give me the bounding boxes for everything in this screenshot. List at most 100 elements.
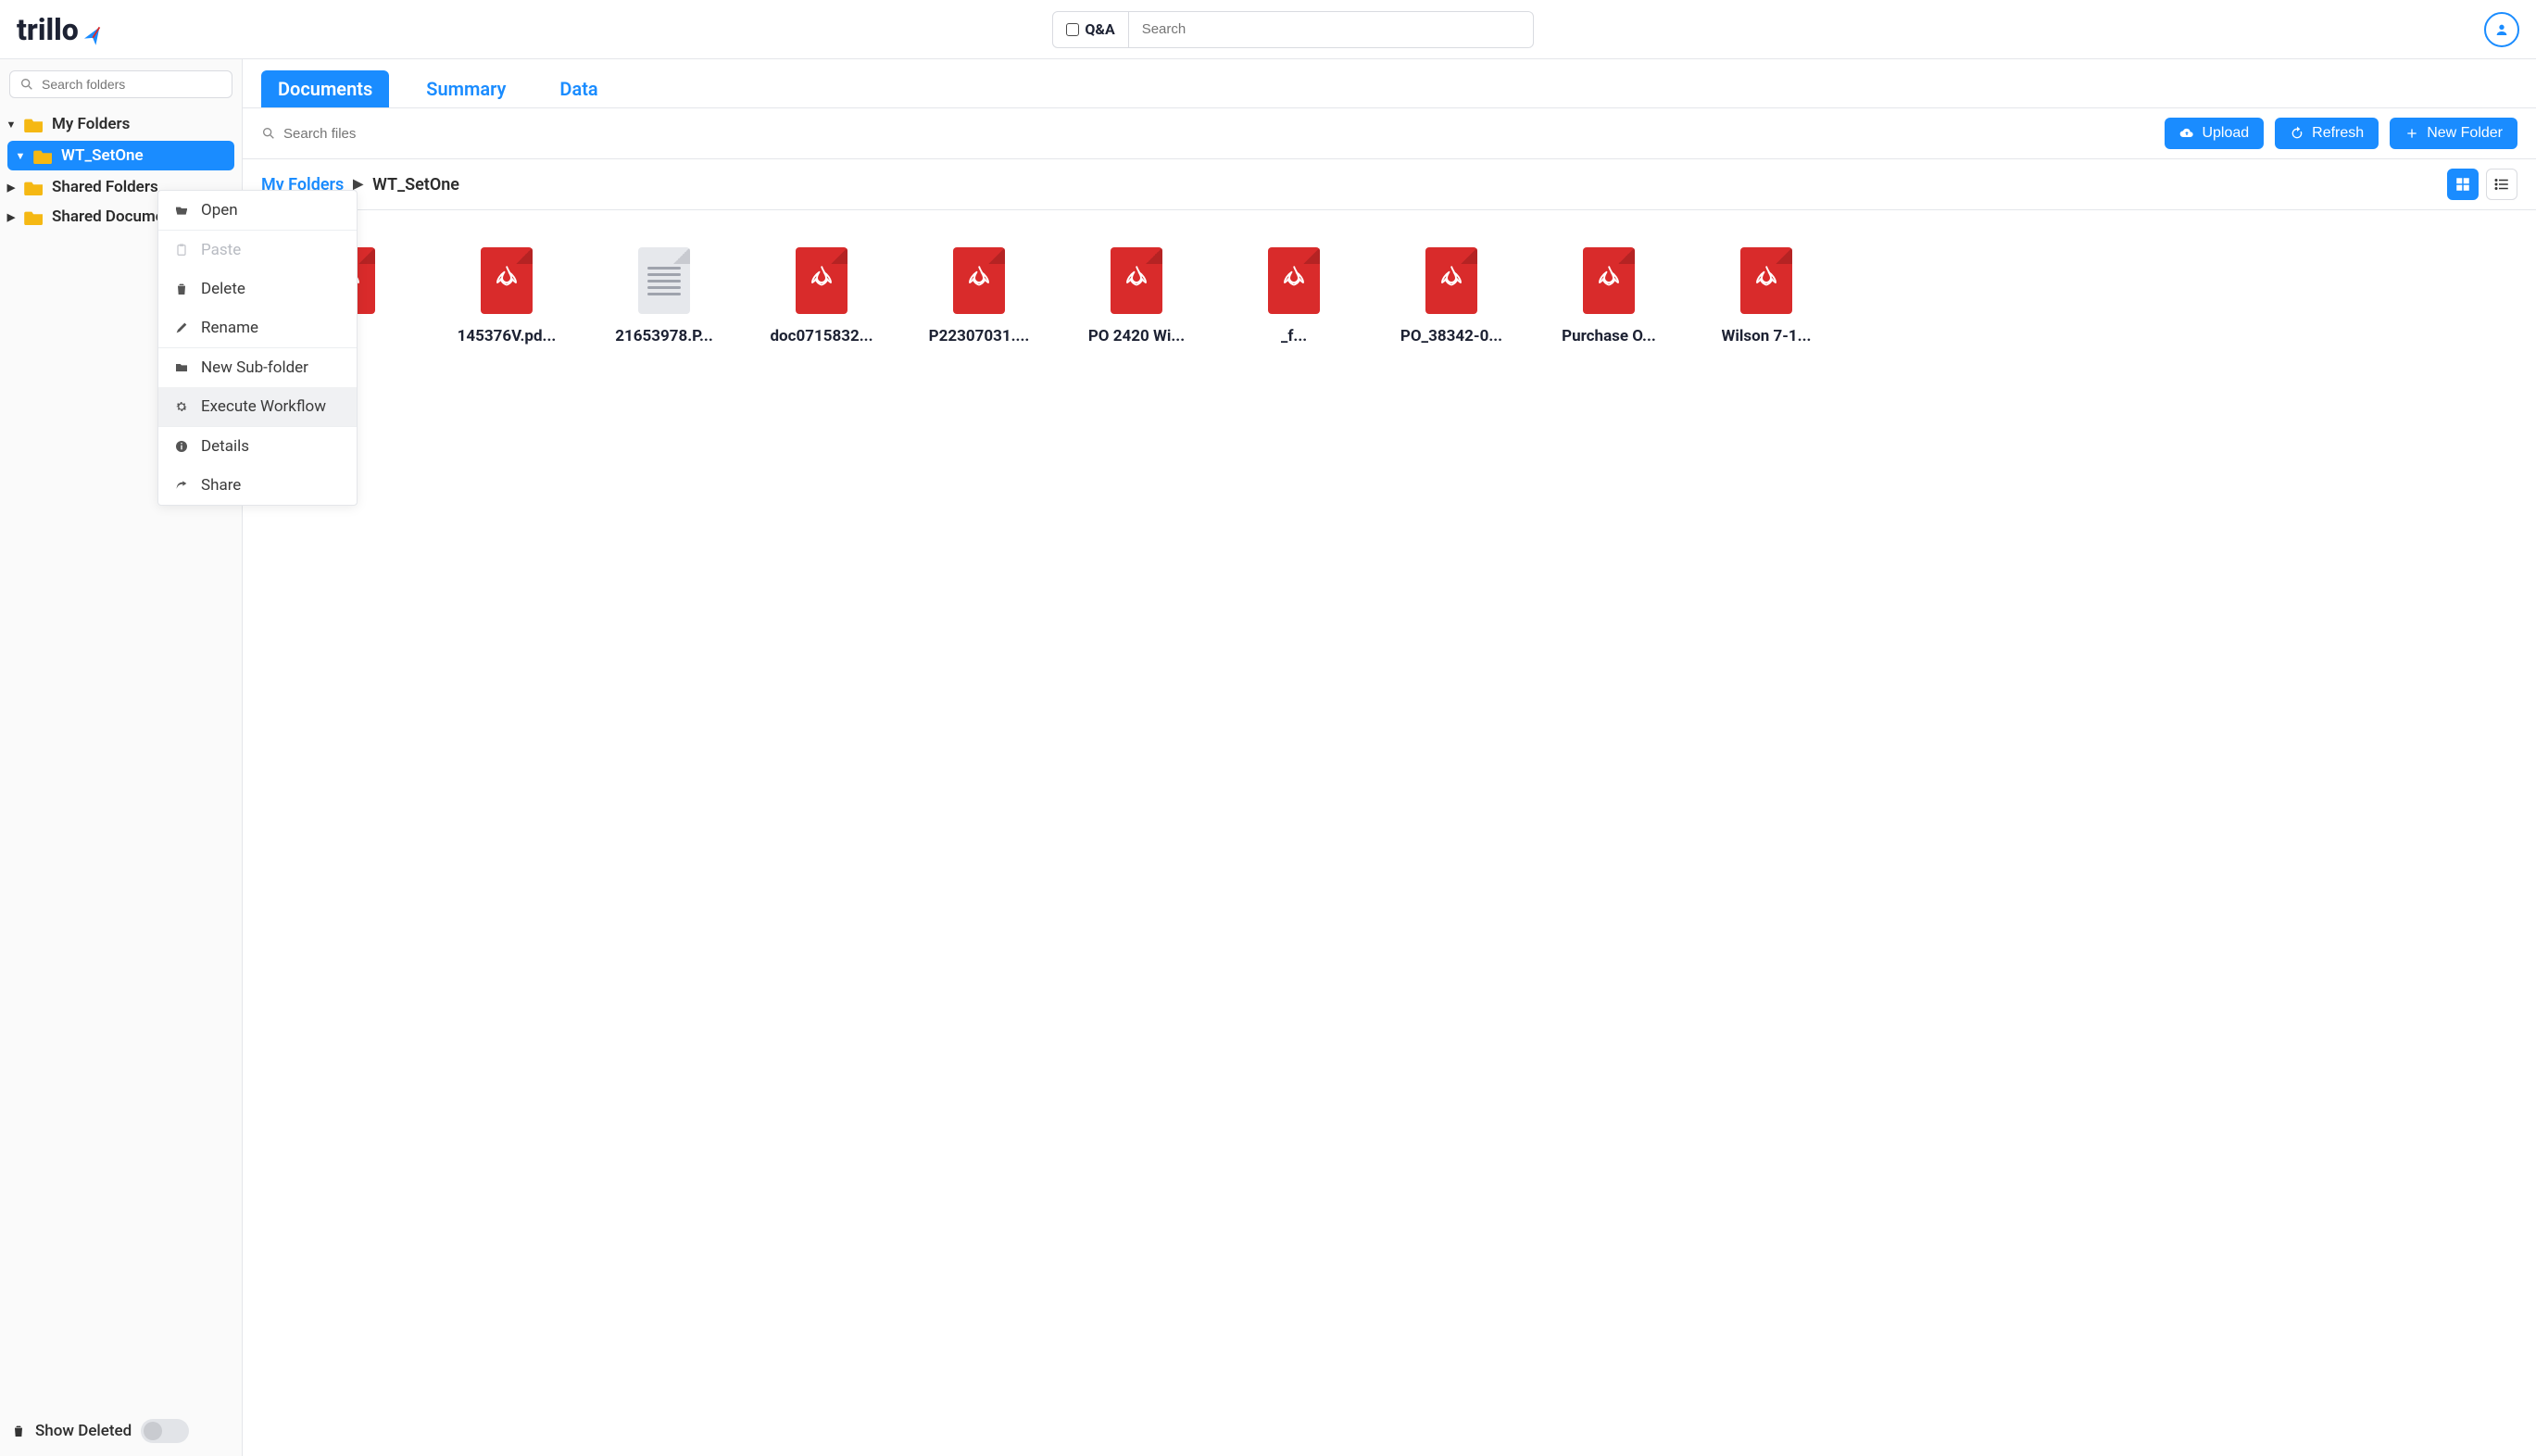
trash-icon <box>11 1424 26 1438</box>
file-name-label: PO 2420 Wi... <box>1088 327 1185 345</box>
file-item[interactable]: 21653978.P... <box>585 247 743 345</box>
context-menu-label: Paste <box>201 241 241 259</box>
adobe-pdf-icon <box>493 264 521 298</box>
refresh-button[interactable]: Refresh <box>2275 118 2379 149</box>
file-name-label: _f... <box>1281 327 1307 345</box>
adobe-pdf-icon <box>808 264 835 298</box>
pdf-file-icon <box>796 247 847 314</box>
context-menu-label: Open <box>201 201 238 220</box>
context-menu-label: Delete <box>201 280 245 298</box>
user-avatar-button[interactable] <box>2484 12 2519 47</box>
file-item[interactable]: Wilson 7-1... <box>1688 247 1845 345</box>
header-search-wrap: Q&A <box>103 11 2484 48</box>
file-item[interactable]: PO_38342-0... <box>1373 247 1530 345</box>
folder-icon <box>24 116 44 132</box>
folder-icon <box>173 360 190 375</box>
pdf-file-icon <box>1268 247 1320 314</box>
adobe-pdf-icon <box>1123 264 1150 298</box>
app-header: trillo Q&A <box>0 0 2536 59</box>
breadcrumb-current: WT_SetOne <box>372 175 459 195</box>
logo-arrow-icon <box>82 19 103 40</box>
file-name-label: 145376V.pd... <box>458 327 557 345</box>
context-menu-label: Rename <box>201 319 258 337</box>
tree-label: WT_SetOne <box>61 146 144 165</box>
sidebar-footer: Show Deleted <box>0 1406 242 1456</box>
adobe-pdf-icon <box>965 264 993 298</box>
grid-view-button[interactable] <box>2447 169 2479 200</box>
caret-down-icon: ▼ <box>6 119 17 131</box>
paste-icon <box>173 243 190 257</box>
content-area: Documents Summary Data Upload Refresh Ne… <box>243 59 2536 1456</box>
context-menu-label: Share <box>201 476 241 495</box>
app-logo[interactable]: trillo <box>17 12 103 47</box>
context-menu-rename[interactable]: Rename <box>158 308 357 347</box>
caret-right-icon: ▶ <box>6 182 17 194</box>
header-search: Q&A <box>1052 11 1534 48</box>
open-icon <box>173 203 190 218</box>
file-search <box>261 126 2153 142</box>
logo-text: trillo <box>17 12 79 47</box>
show-deleted-toggle[interactable] <box>141 1419 189 1443</box>
upload-label: Upload <box>2202 125 2249 142</box>
tab-summary[interactable]: Summary <box>409 70 522 107</box>
file-name-label: 21653978.P... <box>615 327 713 345</box>
refresh-icon <box>2290 126 2304 141</box>
gear-icon <box>173 399 190 414</box>
global-search-input[interactable] <box>1129 21 1534 37</box>
content-toolbar: Upload Refresh New Folder <box>243 108 2536 159</box>
file-item[interactable]: Purchase O... <box>1530 247 1688 345</box>
pdf-file-icon <box>1740 247 1792 314</box>
context-menu-details[interactable]: Details <box>158 427 357 466</box>
qa-checkbox-icon <box>1066 23 1079 36</box>
list-icon <box>2493 176 2510 193</box>
context-menu-execute-workflow[interactable]: Execute Workflow <box>158 387 357 426</box>
tab-documents[interactable]: Documents <box>261 70 389 107</box>
pdf-file-icon <box>953 247 1005 314</box>
list-view-button[interactable] <box>2486 169 2517 200</box>
search-icon <box>261 126 276 141</box>
file-item[interactable]: doc0715832... <box>743 247 900 345</box>
show-deleted-label: Show Deleted <box>35 1422 132 1440</box>
file-item[interactable]: 145376V.pd... <box>428 247 585 345</box>
caret-down-icon: ▼ <box>15 150 26 162</box>
folder-search <box>9 70 232 98</box>
search-icon <box>19 77 34 92</box>
new-folder-button[interactable]: New Folder <box>2390 118 2517 149</box>
tree-item-wt-setone[interactable]: ▼ WT_SetOne <box>7 141 234 170</box>
refresh-label: Refresh <box>2312 125 2364 142</box>
file-item[interactable]: P22307031.... <box>900 247 1058 345</box>
adobe-pdf-icon <box>1752 264 1780 298</box>
caret-right-icon: ▶ <box>6 211 17 223</box>
share-icon <box>173 478 190 493</box>
adobe-pdf-icon <box>1280 264 1308 298</box>
folder-icon <box>33 147 54 164</box>
tree-item-my-folders[interactable]: ▼ My Folders <box>0 109 242 139</box>
folder-icon <box>24 179 44 195</box>
file-search-input[interactable] <box>283 126 2153 142</box>
adobe-pdf-icon <box>1595 264 1623 298</box>
upload-button[interactable]: Upload <box>2165 118 2264 149</box>
file-name-label: P22307031.... <box>929 327 1030 345</box>
qa-toggle[interactable]: Q&A <box>1053 12 1128 47</box>
content-tabs: Documents Summary Data <box>243 59 2536 108</box>
cloud-upload-icon <box>2179 126 2194 141</box>
folder-search-input[interactable] <box>42 77 222 92</box>
context-menu-delete[interactable]: Delete <box>158 270 357 308</box>
text-file-icon <box>638 247 690 314</box>
file-item[interactable]: PO 2420 Wi... <box>1058 247 1215 345</box>
main-layout: ▼ My Folders ▼ WT_SetOne ▶ Shared Folder… <box>0 59 2536 1456</box>
context-menu-share[interactable]: Share <box>158 466 357 505</box>
qa-label-text: Q&A <box>1085 20 1114 38</box>
tab-data[interactable]: Data <box>543 70 614 107</box>
file-name-label: Wilson 7-1... <box>1722 327 1812 345</box>
file-item[interactable]: _f... <box>1215 247 1373 345</box>
view-switch <box>2447 169 2517 200</box>
pdf-file-icon <box>481 247 533 314</box>
file-name-label: PO_38342-0... <box>1400 327 1502 345</box>
context-menu-open[interactable]: Open <box>158 191 357 230</box>
context-menu-new-sub-folder[interactable]: New Sub-folder <box>158 348 357 387</box>
grid-icon <box>2454 176 2471 193</box>
context-menu-paste: Paste <box>158 231 357 270</box>
context-menu-label: Details <box>201 437 249 456</box>
pdf-file-icon <box>1111 247 1162 314</box>
